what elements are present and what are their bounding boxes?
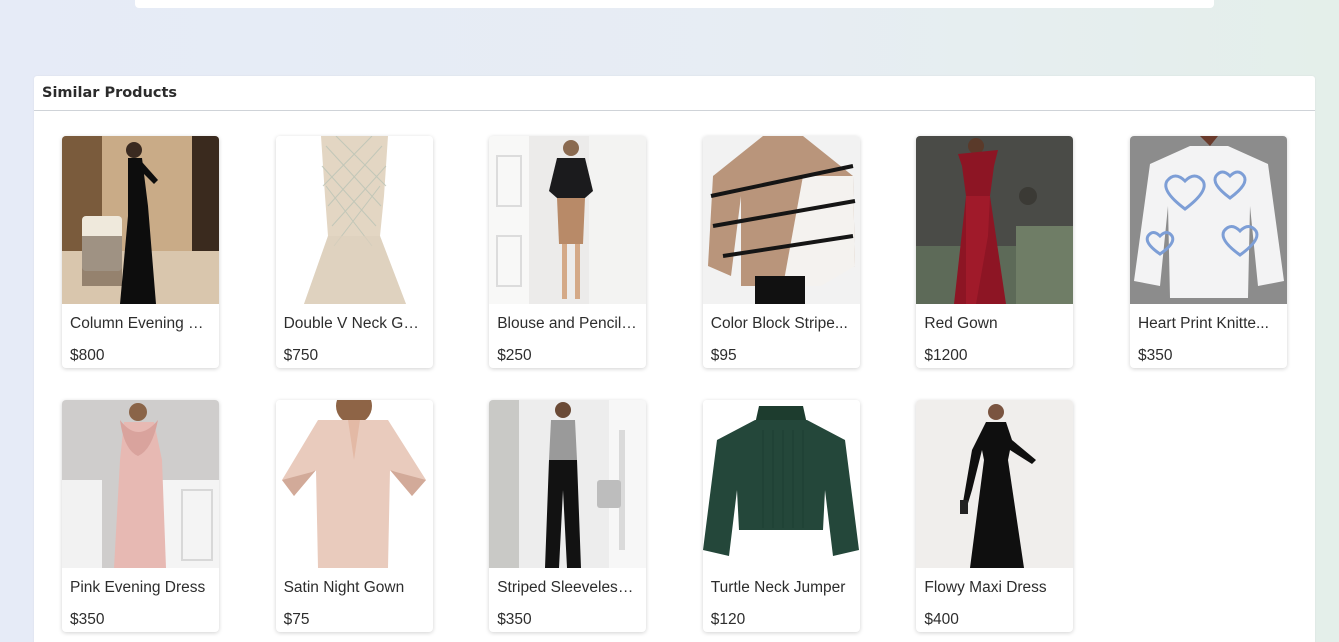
similar-products-panel: Similar Products Column Evening G... $80… [34, 76, 1315, 642]
red-gown-image[interactable] [916, 136, 1074, 304]
product-price: $120 [710, 611, 746, 628]
product-price: $400 [924, 611, 959, 628]
product-card[interactable]: Column Evening G... $800 [62, 136, 219, 368]
blouse-skirt-image[interactable] [489, 136, 647, 304]
striped-sweater-image[interactable] [702, 136, 860, 304]
product-card[interactable]: Pink Evening Dress $350 [62, 400, 219, 632]
pink-dress-image[interactable] [62, 400, 219, 568]
product-price: $350 [70, 611, 105, 628]
product-card[interactable]: Heart Print Knitte... $350 [1129, 136, 1287, 368]
product-card[interactable]: Blouse and Pencil ... $250 [489, 136, 647, 368]
product-price: $75 [283, 611, 310, 628]
product-card[interactable]: Color Block Stripe... $95 [702, 136, 860, 368]
green-jumper-image[interactable] [702, 400, 860, 568]
product-price: $1200 [924, 347, 968, 364]
product-card[interactable]: Double V Neck Go... $750 [275, 136, 433, 368]
section-title: Similar Products [42, 85, 178, 101]
product-name[interactable]: Turtle Neck Jumper [703, 568, 860, 600]
product-price: $250 [497, 347, 532, 364]
product-name[interactable]: Flowy Maxi Dress [916, 568, 1073, 600]
product-card[interactable]: Red Gown $1200 [916, 136, 1074, 368]
black-gown-image[interactable] [62, 136, 219, 304]
product-name[interactable]: Double V Neck Go... [276, 304, 433, 336]
product-name[interactable]: Satin Night Gown [276, 568, 433, 600]
product-grid: Column Evening G... $800 Double V Neck G… [62, 136, 1287, 632]
product-card[interactable]: Satin Night Gown $75 [275, 400, 433, 632]
product-price: $95 [710, 347, 737, 364]
product-name[interactable]: Heart Print Knitte... [1130, 304, 1287, 336]
product-price: $350 [1137, 347, 1173, 364]
product-card[interactable]: Turtle Neck Jumper $120 [702, 400, 860, 632]
product-price: $350 [497, 611, 532, 628]
beaded-gown-image[interactable] [275, 136, 433, 304]
product-card[interactable]: Flowy Maxi Dress $400 [916, 400, 1074, 632]
product-price: $800 [70, 347, 105, 364]
satin-gown-image[interactable] [275, 400, 433, 568]
product-name[interactable]: Pink Evening Dress [62, 568, 219, 600]
heart-sweater-image[interactable] [1129, 136, 1287, 304]
product-name[interactable]: Blouse and Pencil ... [489, 304, 646, 336]
product-card[interactable]: Striped Sleeveless... $350 [489, 400, 647, 632]
product-name[interactable]: Red Gown [916, 304, 1073, 336]
top-search-bar-edge [135, 0, 1214, 8]
product-name[interactable]: Column Evening G... [62, 304, 219, 336]
product-price: $750 [283, 347, 319, 364]
product-name[interactable]: Striped Sleeveless... [489, 568, 646, 600]
sleeveless-top-image[interactable] [489, 400, 647, 568]
product-name[interactable]: Color Block Stripe... [703, 304, 860, 336]
panel-header: Similar Products [34, 76, 1315, 111]
maxi-dress-image[interactable] [916, 400, 1074, 568]
